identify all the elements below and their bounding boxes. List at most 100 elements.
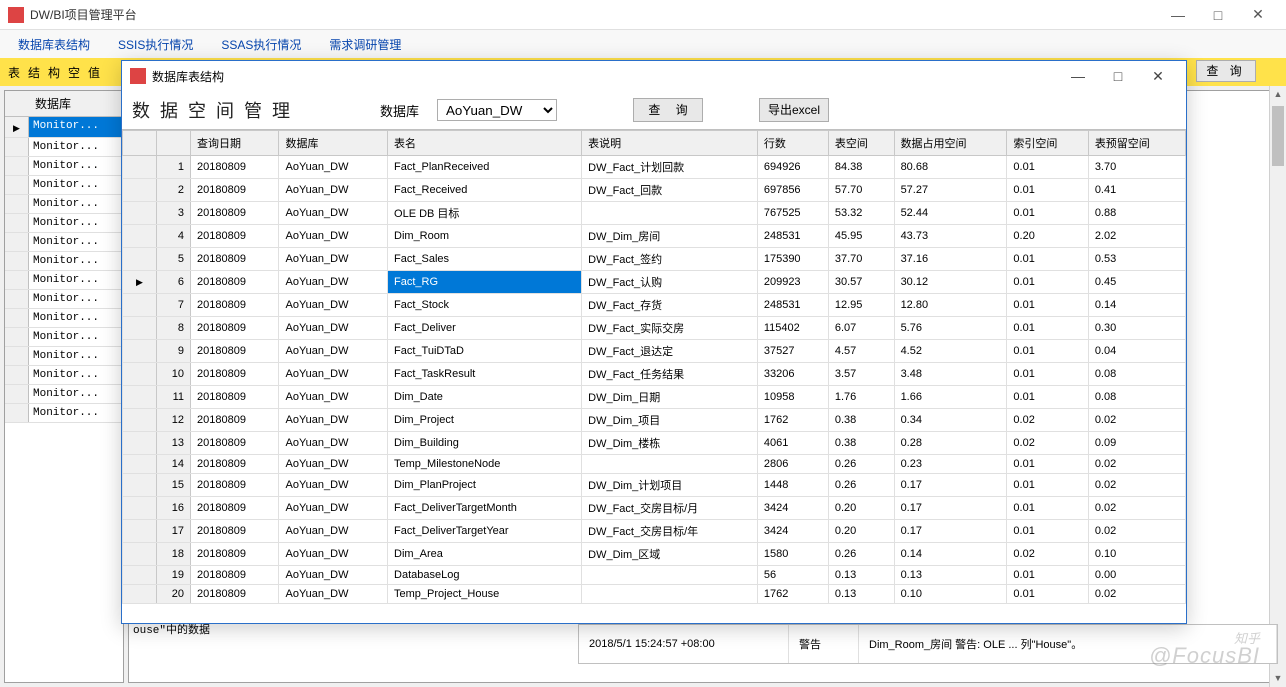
section-label: 表结构空值 [8, 64, 108, 81]
child-titlebar[interactable]: 数据库表结构 — □ ✕ [122, 61, 1186, 91]
table-row[interactable]: 920180809AoYuan_DWFact_TuiDTaDDW_Fact_退达… [123, 340, 1186, 363]
scroll-down-icon[interactable]: ▼ [1270, 670, 1286, 687]
menu-demand[interactable]: 需求调研管理 [315, 32, 415, 57]
left-grid-row[interactable]: Monitor... [5, 309, 123, 328]
main-query-button[interactable]: 查 询 [1196, 60, 1256, 82]
row-header [5, 214, 29, 232]
left-grid-row[interactable]: Monitor... [5, 233, 123, 252]
col-header[interactable]: 表空间 [828, 131, 894, 156]
cell: AoYuan_DW [279, 432, 388, 455]
table-row[interactable]: 1720180809AoYuan_DWFact_DeliverTargetYea… [123, 520, 1186, 543]
db-select[interactable]: AoYuan_DW [437, 99, 557, 121]
menu-db-struct[interactable]: 数据库表结构 [4, 32, 104, 57]
table-row[interactable]: 1020180809AoYuan_DWFact_TaskResultDW_Fac… [123, 363, 1186, 386]
row-header [5, 347, 29, 365]
scroll-thumb[interactable] [1272, 106, 1284, 166]
table-row[interactable]: 820180809AoYuan_DWFact_DeliverDW_Fact_实际… [123, 317, 1186, 340]
cell: 0.26 [828, 543, 894, 566]
cell: 2.02 [1088, 225, 1185, 248]
left-grid-row[interactable]: Monitor... [5, 271, 123, 290]
cell: 0.02 [1088, 409, 1185, 432]
cell: 5.76 [894, 317, 1007, 340]
row-pointer [123, 386, 157, 409]
cell: 10958 [757, 386, 828, 409]
col-header[interactable]: 索引空间 [1007, 131, 1088, 156]
cell: 248531 [757, 225, 828, 248]
left-grid-row[interactable]: Monitor... [5, 328, 123, 347]
child-close-button[interactable]: ✕ [1138, 68, 1178, 85]
menu-ssas[interactable]: SSAS执行情况 [207, 32, 315, 57]
col-header[interactable]: 行数 [757, 131, 828, 156]
cell: Fact_Sales [388, 248, 582, 271]
scroll-up-icon[interactable]: ▲ [1270, 86, 1286, 103]
cell: 30.57 [828, 271, 894, 294]
table-row[interactable]: 2020180809AoYuan_DWTemp_Project_House176… [123, 585, 1186, 604]
table-row[interactable]: 1120180809AoYuan_DWDim_DateDW_Dim_日期1095… [123, 386, 1186, 409]
col-header[interactable]: 查询日期 [191, 131, 279, 156]
cell: 0.01 [1007, 585, 1088, 604]
menu-ssis[interactable]: SSIS执行情况 [104, 32, 207, 57]
table-row[interactable]: 1220180809AoYuan_DWDim_ProjectDW_Dim_项目1… [123, 409, 1186, 432]
left-grid-row[interactable]: Monitor... [5, 214, 123, 233]
table-row[interactable]: 720180809AoYuan_DWFact_StockDW_Fact_存货24… [123, 294, 1186, 317]
table-row[interactable]: 620180809AoYuan_DWFact_RGDW_Fact_认购20992… [123, 271, 1186, 294]
left-grid-row[interactable]: Monitor... [5, 252, 123, 271]
cell: 0.02 [1007, 409, 1088, 432]
row-pointer [123, 409, 157, 432]
left-grid-row[interactable]: Monitor... [5, 404, 123, 423]
cell: AoYuan_DW [279, 520, 388, 543]
cell: 0.08 [1088, 363, 1185, 386]
left-grid-row[interactable]: Monitor... [5, 290, 123, 309]
left-grid-row[interactable]: Monitor... [5, 385, 123, 404]
cell: 0.20 [828, 520, 894, 543]
cell: 0.01 [1007, 520, 1088, 543]
col-header[interactable]: 数据占用空间 [894, 131, 1007, 156]
left-grid-row[interactable]: Monitor... [5, 138, 123, 157]
left-grid-row[interactable]: Monitor... [5, 176, 123, 195]
left-grid-row[interactable]: Monitor... [5, 366, 123, 385]
child-minimize-button[interactable]: — [1058, 68, 1098, 84]
left-grid-cell: Monitor... [29, 157, 123, 175]
left-grid-cell: Monitor... [29, 290, 123, 308]
left-grid-row[interactable]: Monitor... [5, 347, 123, 366]
app-icon [8, 7, 24, 23]
cell: Fact_TaskResult [388, 363, 582, 386]
left-grid-cell: Monitor... [29, 385, 123, 403]
row-pointer [123, 432, 157, 455]
row-pointer [123, 340, 157, 363]
row-number: 13 [157, 432, 191, 455]
table-row[interactable]: 220180809AoYuan_DWFact_ReceivedDW_Fact_回… [123, 179, 1186, 202]
table-row[interactable]: 1920180809AoYuan_DWDatabaseLog560.130.13… [123, 566, 1186, 585]
table-row[interactable]: 420180809AoYuan_DWDim_RoomDW_Dim_房间24853… [123, 225, 1186, 248]
main-vertical-scrollbar[interactable]: ▲ ▼ [1269, 86, 1286, 687]
minimize-button[interactable]: — [1158, 7, 1198, 23]
cell: DW_Fact_计划回款 [582, 156, 758, 179]
table-row[interactable]: 1520180809AoYuan_DWDim_PlanProjectDW_Dim… [123, 474, 1186, 497]
maximize-button[interactable]: □ [1198, 7, 1238, 23]
export-excel-button[interactable]: 导出excel [759, 98, 829, 122]
col-header[interactable]: 表名 [388, 131, 582, 156]
row-number: 2 [157, 179, 191, 202]
row-pointer [123, 543, 157, 566]
table-row[interactable]: 1320180809AoYuan_DWDim_BuildingDW_Dim_楼栋… [123, 432, 1186, 455]
cell: 0.14 [894, 543, 1007, 566]
table-row[interactable]: 1820180809AoYuan_DWDim_AreaDW_Dim_区域1580… [123, 543, 1186, 566]
child-maximize-button[interactable]: □ [1098, 68, 1138, 84]
table-row[interactable]: 120180809AoYuan_DWFact_PlanReceivedDW_Fa… [123, 156, 1186, 179]
table-row[interactable]: 1620180809AoYuan_DWFact_DeliverTargetMon… [123, 497, 1186, 520]
table-row[interactable]: 1420180809AoYuan_DWTemp_MilestoneNode280… [123, 455, 1186, 474]
table-row[interactable]: 320180809AoYuan_DWOLE DB 目标76752553.3252… [123, 202, 1186, 225]
left-grid-row[interactable]: Monitor... [5, 195, 123, 214]
table-row[interactable]: 520180809AoYuan_DWFact_SalesDW_Fact_签约17… [123, 248, 1186, 271]
left-grid-row[interactable]: Monitor... [5, 157, 123, 176]
close-button[interactable]: ✕ [1238, 6, 1278, 23]
row-pointer [123, 179, 157, 202]
data-grid[interactable]: 查询日期数据库表名表说明行数表空间数据占用空间索引空间表预留空间 1201808… [122, 129, 1186, 623]
left-database-grid[interactable]: 数据库 Monitor...Monitor...Monitor...Monito… [4, 90, 124, 683]
child-query-button[interactable]: 查 询 [633, 98, 703, 122]
left-grid-row[interactable]: Monitor... [5, 117, 123, 138]
col-header[interactable]: 数据库 [279, 131, 388, 156]
row-pointer [123, 585, 157, 604]
col-header[interactable]: 表说明 [582, 131, 758, 156]
col-header[interactable]: 表预留空间 [1088, 131, 1185, 156]
